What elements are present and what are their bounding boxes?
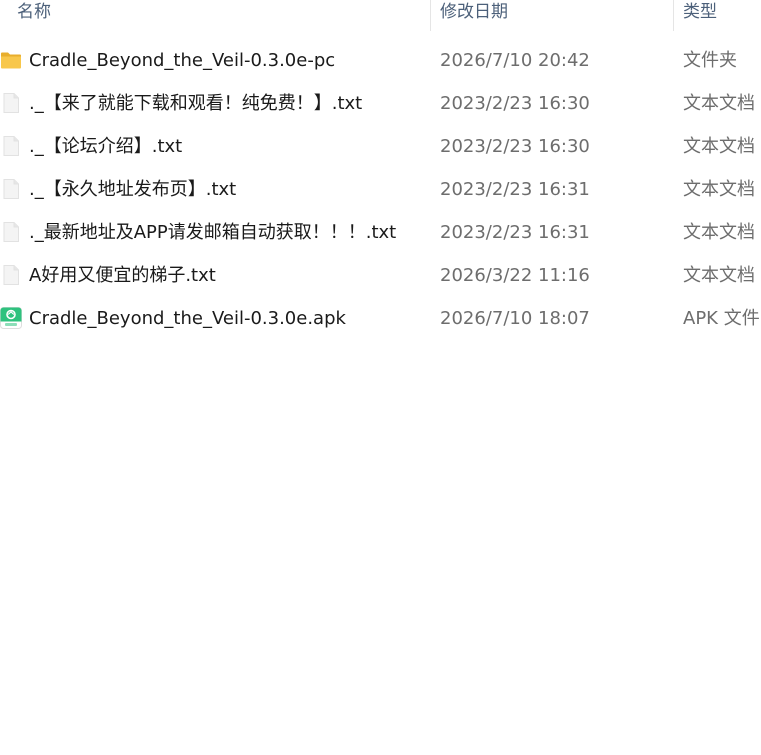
apk-file-icon (0, 307, 22, 329)
text-file-icon (0, 135, 22, 157)
file-row-text[interactable]: ._【论坛介绍】.txt 2023/2/23 16:30 文本文档 (0, 125, 761, 168)
file-type: 文本文档 (683, 222, 755, 243)
file-name: Cradle_Beyond_the_Veil-0.3.0e.apk (29, 308, 346, 329)
column-header-date[interactable]: 修改日期 (440, 0, 672, 31)
file-row-apk[interactable]: Cradle_Beyond_the_Veil-0.3.0e.apk 2026/7… (0, 297, 761, 340)
file-row-text[interactable]: ._【永久地址发布页】.txt 2023/2/23 16:31 文本文档 (0, 168, 761, 211)
file-name: Cradle_Beyond_the_Veil-0.3.0e-pc (29, 50, 336, 71)
text-file-icon (0, 264, 22, 286)
file-name: ._【来了就能下载和观看！纯免费！】.txt (29, 93, 363, 114)
file-date: 2026/7/10 18:07 (440, 308, 590, 329)
file-date: 2023/2/23 16:30 (440, 93, 590, 114)
file-type: 文本文档 (683, 136, 755, 157)
file-name: ._【永久地址发布页】.txt (29, 179, 237, 200)
file-row-text[interactable]: A好用又便宜的梯子.txt 2026/3/22 11:16 文本文档 (0, 254, 761, 297)
text-file-icon (0, 178, 22, 200)
column-divider[interactable] (673, 0, 674, 31)
column-header-name[interactable]: 名称 (17, 0, 429, 31)
folder-icon (0, 49, 22, 71)
file-row-folder[interactable]: Cradle_Beyond_the_Veil-0.3.0e-pc 2026/7/… (0, 39, 761, 82)
file-name: A好用又便宜的梯子.txt (29, 265, 216, 286)
column-header-type[interactable]: 类型 (683, 0, 761, 31)
file-type: 文件夹 (683, 50, 737, 71)
text-file-icon (0, 221, 22, 243)
file-name: ._【论坛介绍】.txt (29, 136, 183, 157)
file-name: ._最新地址及APP请发邮箱自动获取！！！.txt (29, 222, 397, 243)
file-date: 2023/2/23 16:31 (440, 222, 590, 243)
file-type: 文本文档 (683, 93, 755, 114)
file-date: 2026/7/10 20:42 (440, 50, 590, 71)
file-row-text[interactable]: ._【来了就能下载和观看！纯免费！】.txt 2023/2/23 16:30 文… (0, 82, 761, 125)
column-divider[interactable] (430, 0, 431, 31)
file-row-text[interactable]: ._最新地址及APP请发邮箱自动获取！！！.txt 2023/2/23 16:3… (0, 211, 761, 254)
file-type: 文本文档 (683, 265, 755, 286)
text-file-icon (0, 92, 22, 114)
column-header-bar: 名称 修改日期 类型 (0, 0, 761, 31)
file-date: 2023/2/23 16:30 (440, 136, 590, 157)
file-list: Cradle_Beyond_the_Veil-0.3.0e-pc 2026/7/… (0, 39, 761, 340)
file-explorer: 名称 修改日期 类型 Cradle_Beyond_the_Veil-0.3.0e… (0, 0, 761, 755)
file-date: 2026/3/22 11:16 (440, 265, 590, 286)
file-type: 文本文档 (683, 179, 755, 200)
file-date: 2023/2/23 16:31 (440, 179, 590, 200)
file-type: APK 文件 (683, 308, 760, 329)
